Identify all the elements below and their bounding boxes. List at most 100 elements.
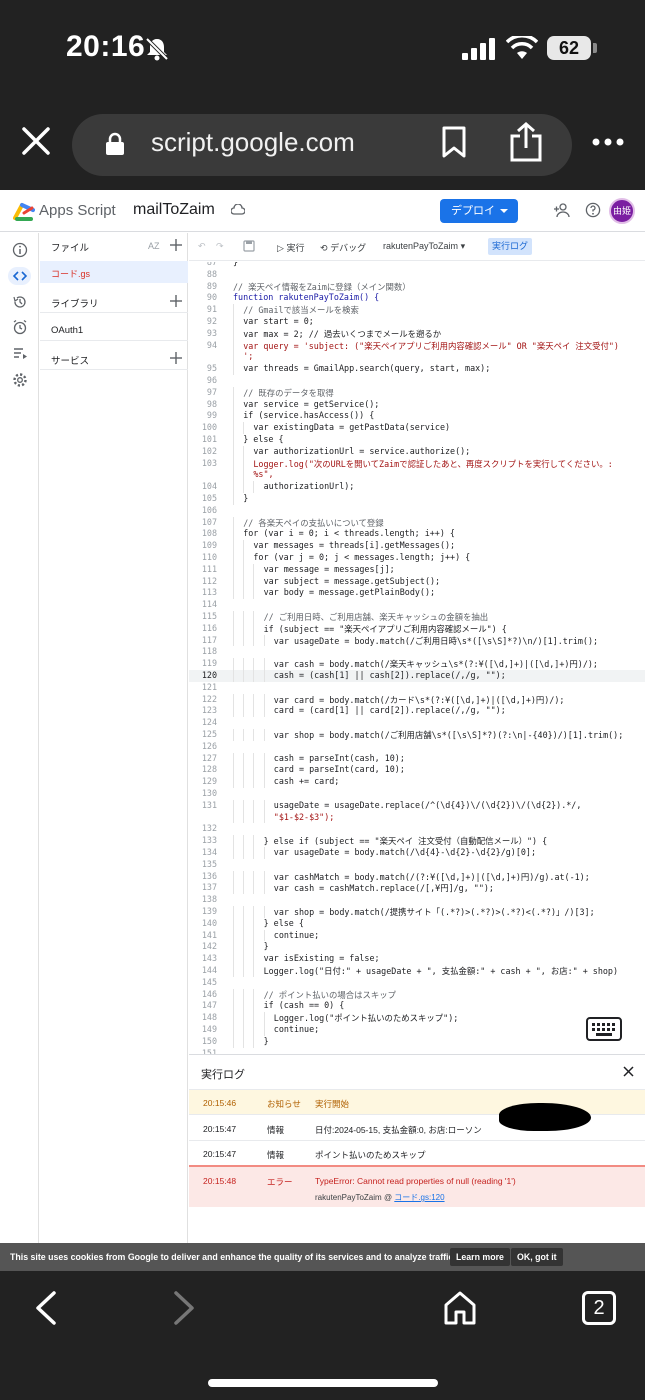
- code-line[interactable]: 110 for (var j = 0; j < messages.length; …: [189, 552, 645, 564]
- code-line[interactable]: 121: [189, 682, 645, 694]
- code-line[interactable]: 125 var shop = body.match(/ご利用店舗\s*([\s\S…: [189, 729, 645, 741]
- code-line[interactable]: 106: [189, 505, 645, 517]
- code-line[interactable]: 132: [189, 823, 645, 835]
- share-icon[interactable]: [508, 122, 544, 162]
- code-line[interactable]: 99 if (service.hasAccess()) {: [189, 410, 645, 423]
- executions-list-icon[interactable]: [12, 345, 28, 361]
- code-line[interactable]: 96: [189, 375, 645, 387]
- code-line[interactable]: 123 card = (card[1] || card[2]).replace(/…: [189, 705, 645, 718]
- code-line[interactable]: 140} else {: [189, 917, 645, 930]
- code-line[interactable]: 150}: [189, 1035, 645, 1048]
- code-line[interactable]: 148 Logger.log("ポイント払いのためスキップ");: [189, 1012, 645, 1024]
- code-line[interactable]: 115 // ご利用日時、ご利用店舗、楽天キャッシュの金額を抽出: [189, 611, 645, 623]
- code-line[interactable]: 89 // 楽天ペイ情報をZaimに登録（メイン関数）: [189, 281, 645, 293]
- code-line[interactable]: 145: [189, 977, 645, 989]
- code-line[interactable]: 139 var shop = body.match(/提携サイト「(.*?)>(.…: [189, 906, 645, 918]
- code-line[interactable]: 98 var service = getService();: [189, 398, 645, 411]
- code-line[interactable]: 101} else {: [189, 434, 645, 446]
- code-line[interactable]: 135: [189, 859, 645, 871]
- keyboard-icon[interactable]: [586, 1017, 622, 1041]
- redo-icon[interactable]: ↷: [216, 241, 224, 252]
- code-line[interactable]: 113 var body = message.getPlainBody();: [189, 587, 645, 600]
- home-icon[interactable]: [443, 1290, 477, 1326]
- project-title[interactable]: mailToZaim: [133, 201, 215, 219]
- code-line[interactable]: 109 var messages = threads[i].getMessages…: [189, 540, 645, 552]
- function-select[interactable]: rakutenPayToZaim ▾: [383, 241, 465, 252]
- code-editor-icon[interactable]: [12, 268, 28, 284]
- code-line[interactable]: 114: [189, 599, 645, 611]
- code-line[interactable]: 136 var cashMatch = body.match(/(?:¥([\d,…: [189, 870, 645, 883]
- code-line[interactable]: 107 // 各楽天ペイの支払いについて登録: [189, 516, 645, 529]
- add-library-icon[interactable]: [170, 295, 182, 307]
- code-line[interactable]: 97 // 既存のデータを取得: [189, 386, 645, 399]
- code-line[interactable]: 127 cash = parseInt(cash, 10);: [189, 752, 645, 765]
- code-line[interactable]: 100 var existingData = getPastData(servic…: [189, 422, 645, 434]
- code-line[interactable]: 147 if (cash == 0) {: [189, 1000, 645, 1013]
- save-icon[interactable]: [243, 240, 255, 252]
- code-line[interactable]: 146 // ポイント払いの場合はスキップ: [189, 988, 645, 1001]
- add-service-icon[interactable]: [170, 352, 182, 364]
- forward-icon[interactable]: [172, 1290, 196, 1326]
- code-line[interactable]: 108 for (var i = 0; i < threads.length; i…: [189, 528, 645, 541]
- code-line[interactable]: 143 var isExisting = false;: [189, 953, 645, 965]
- code-line[interactable]: 94 var query = 'subject: ("楽天ペイアプリご利用内容確認…: [189, 339, 645, 352]
- close-icon[interactable]: [20, 125, 52, 157]
- code-line[interactable]: 142}: [189, 941, 645, 954]
- code-line[interactable]: 118: [189, 646, 645, 658]
- code-line[interactable]: %s",: [189, 469, 645, 482]
- close-icon[interactable]: [623, 1066, 634, 1077]
- code-line[interactable]: 141 continue;: [189, 929, 645, 942]
- code-line[interactable]: 119 var cash = body.match(/楽天キャッシュ\s*(?:¥…: [189, 658, 645, 670]
- execution-log-button[interactable]: 実行ログ: [488, 238, 533, 255]
- more-options-icon[interactable]: [592, 137, 624, 147]
- tabs-button[interactable]: 2: [582, 1291, 616, 1325]
- code-line[interactable]: 105}: [189, 493, 645, 505]
- code-line[interactable]: 95 var threads = GmailApp.search(query, s…: [189, 363, 645, 375]
- code-line[interactable]: 103 Logger.log("次のURLを開いてZaimで認証したあと、再度スク…: [189, 457, 645, 470]
- url-text[interactable]: script.google.com: [151, 127, 355, 158]
- code-line[interactable]: 144 Logger.log("日付:" + usageDate + ", 支払金…: [189, 965, 645, 977]
- info-icon[interactable]: [12, 242, 28, 258]
- avatar[interactable]: 由姫: [609, 198, 635, 224]
- deploy-button[interactable]: デプロイ: [440, 199, 518, 223]
- code-line[interactable]: 122 var card = body.match(/カード\s*(?:¥([\d…: [189, 693, 645, 706]
- code-line[interactable]: ';: [189, 351, 645, 364]
- code-line[interactable]: 129 cash += card;: [189, 776, 645, 788]
- code-line[interactable]: 149 continue;: [189, 1024, 645, 1036]
- code-line[interactable]: 133} else if (subject == "楽天ペイ 注文受付（自動配信…: [189, 835, 645, 847]
- sort-az-icon[interactable]: AZ: [148, 241, 160, 251]
- code-line[interactable]: 134 var usageDate = body.match(/\d{4}-\d{…: [189, 847, 645, 859]
- code-editor[interactable]: 87} 88 89// 楽天ペイ情報をZaimに登録（メイン関数） 90 functio…: [189, 262, 645, 1054]
- app-name[interactable]: Apps Script: [39, 202, 116, 219]
- bookmark-icon[interactable]: [441, 126, 467, 158]
- code-line[interactable]: 130: [189, 788, 645, 800]
- code-line[interactable]: 90 function rakutenPayToZaim() {: [189, 292, 645, 304]
- file-item-code-gs[interactable]: コード.gs: [40, 261, 188, 283]
- code-line[interactable]: 102 var authorizationUrl = service.author…: [189, 445, 645, 458]
- code-line[interactable]: 117 var usageDate = body.match(/ご利用日時\s*(…: [189, 634, 645, 647]
- code-line[interactable]: "$1-$2-$3");: [189, 811, 645, 824]
- code-line[interactable]: 126: [189, 741, 645, 753]
- stack-link[interactable]: コード.gs:120: [394, 1193, 444, 1202]
- history-icon[interactable]: [12, 294, 28, 310]
- code-line[interactable]: 137 var cash = cashMatch.replace(/[,¥円]/g…: [189, 882, 645, 895]
- code-line[interactable]: 87}: [189, 262, 645, 269]
- code-line[interactable]: 131 usageDate = usageDate.replace(/^(\d{4…: [189, 799, 645, 812]
- code-line[interactable]: 92 var start = 0;: [189, 316, 645, 328]
- help-icon[interactable]: [585, 202, 601, 218]
- code-line[interactable]: 112 var subject = message.getSubject();: [189, 575, 645, 588]
- gear-icon[interactable]: [12, 372, 28, 388]
- library-item-oauth1[interactable]: OAuth1: [51, 325, 83, 336]
- code-line[interactable]: 116 if (subject == "楽天ペイアプリご利用内容確認メール") {: [189, 622, 645, 635]
- run-button[interactable]: ▷ 実行: [277, 241, 304, 254]
- debug-button[interactable]: ⟲ デバッグ: [320, 241, 366, 254]
- learn-more-button[interactable]: Learn more: [450, 1248, 510, 1266]
- code-line[interactable]: 138: [189, 894, 645, 906]
- back-icon[interactable]: [34, 1290, 58, 1326]
- code-line[interactable]: 111 var message = messages[j];: [189, 563, 645, 576]
- alarm-clock-icon[interactable]: [12, 319, 28, 335]
- code-line[interactable]: 93 var max = 2; // 過去いくつまでメールを遡るか: [189, 327, 645, 340]
- add-person-icon[interactable]: [553, 202, 570, 218]
- code-line[interactable]: 88: [189, 269, 645, 281]
- code-line[interactable]: 120 cash = (cash[1] || cash[2]).replace(/…: [189, 670, 645, 682]
